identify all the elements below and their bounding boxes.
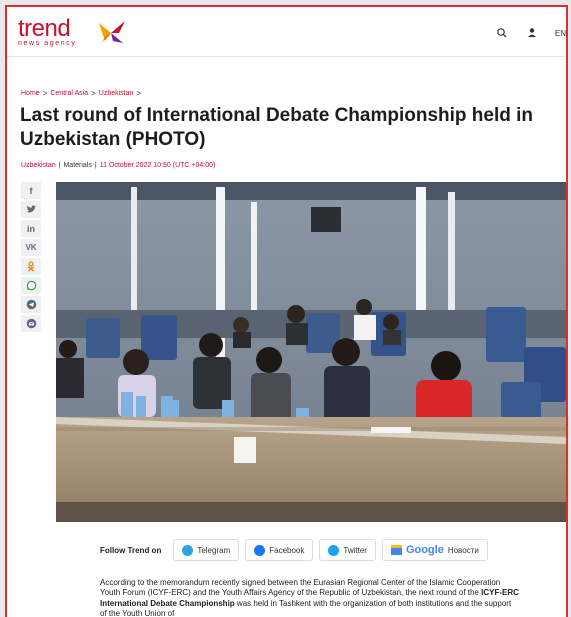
follow-label: Follow Trend on — [100, 545, 162, 555]
follow-telegram-button[interactable]: Telegram — [173, 539, 240, 561]
breadcrumb: Home > Central Asia > Uzbekistan > — [21, 89, 141, 98]
breadcrumb-sep: > — [91, 89, 96, 98]
vk-share-button[interactable]: VK — [21, 239, 41, 256]
article-title: Last round of International Debate Champ… — [20, 105, 534, 150]
logo-mark-icon — [99, 21, 125, 43]
article-meta: Uzbekistan | Materials | 11 October 2022… — [21, 162, 215, 169]
breadcrumb-sep: > — [42, 89, 48, 98]
search-icon[interactable] — [495, 26, 509, 40]
twitter-icon — [328, 544, 340, 556]
article-category[interactable]: Uzbekistan — [21, 162, 56, 169]
body-text-part: According to the memorandum recently sig… — [100, 578, 501, 598]
logo-word: trend — [18, 15, 71, 42]
article-body: According to the memorandum recently sig… — [100, 578, 520, 617]
linkedin-icon: in — [27, 223, 35, 234]
article-date: 11 October 2022 10:50 (UTC +04:00) — [99, 162, 216, 169]
whatsapp-share-button[interactable] — [21, 277, 41, 294]
breadcrumb-sep: > — [136, 89, 142, 98]
follow-google-news-label: Новости — [447, 545, 479, 555]
email-share-button[interactable] — [21, 315, 41, 332]
ok-share-button[interactable] — [21, 258, 41, 275]
page-frame: trend news agency EN Home > Central Asia — [5, 5, 568, 617]
telegram-icon — [26, 299, 36, 310]
meta-sep: | — [94, 162, 97, 169]
follow-facebook-label: Facebook — [269, 545, 305, 555]
vk-icon: VK — [25, 243, 37, 252]
google-news-icon — [390, 545, 402, 555]
breadcrumb-home[interactable]: Home — [21, 90, 40, 97]
ok-icon — [27, 261, 35, 272]
share-bar: f in VK — [21, 182, 41, 332]
follow-twitter-label: Twitter — [343, 545, 367, 555]
follow-google-news-button[interactable]: Google Новости — [381, 539, 488, 561]
breadcrumb-uzbekistan[interactable]: Uzbekistan — [99, 90, 134, 97]
telegram-share-button[interactable] — [21, 296, 41, 313]
whatsapp-icon — [26, 280, 36, 291]
follow-telegram-label: Telegram — [197, 545, 231, 555]
header-tools: EN — [495, 26, 566, 40]
logo-subtitle: news agency — [18, 40, 77, 47]
follow-facebook-button[interactable]: Facebook — [245, 539, 314, 561]
linkedin-share-button[interactable]: in — [21, 220, 41, 237]
article-photo — [56, 182, 566, 522]
user-icon[interactable] — [525, 26, 539, 40]
facebook-share-button[interactable]: f — [21, 182, 41, 199]
breadcrumb-central-asia[interactable]: Central Asia — [50, 90, 88, 97]
facebook-icon — [254, 544, 266, 556]
language-switch[interactable]: EN — [555, 29, 566, 38]
article-section[interactable]: Materials — [63, 162, 91, 169]
facebook-icon: f — [29, 185, 33, 196]
twitter-share-button[interactable] — [21, 201, 41, 218]
site-header: trend news agency EN — [7, 7, 566, 57]
follow-bar: Follow Trend on Telegram Facebook Twitte… — [100, 539, 488, 561]
email-icon — [26, 318, 36, 329]
site-logo[interactable]: trend news agency — [18, 15, 125, 48]
follow-google-prefix: Google — [405, 544, 444, 556]
meta-sep: | — [58, 162, 61, 169]
follow-twitter-button[interactable]: Twitter — [319, 539, 376, 561]
debate-hall-photo-image — [56, 182, 566, 522]
twitter-icon — [27, 205, 36, 213]
telegram-icon — [182, 544, 194, 556]
